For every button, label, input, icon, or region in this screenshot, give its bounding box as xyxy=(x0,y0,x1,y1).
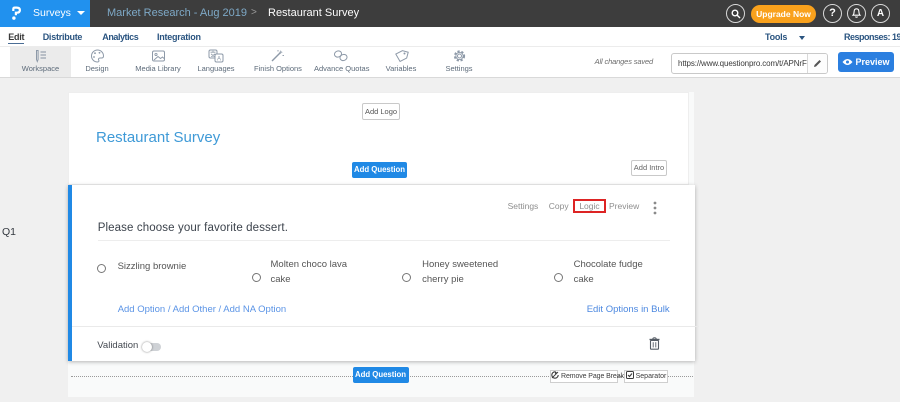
svg-text:A: A xyxy=(217,57,221,63)
